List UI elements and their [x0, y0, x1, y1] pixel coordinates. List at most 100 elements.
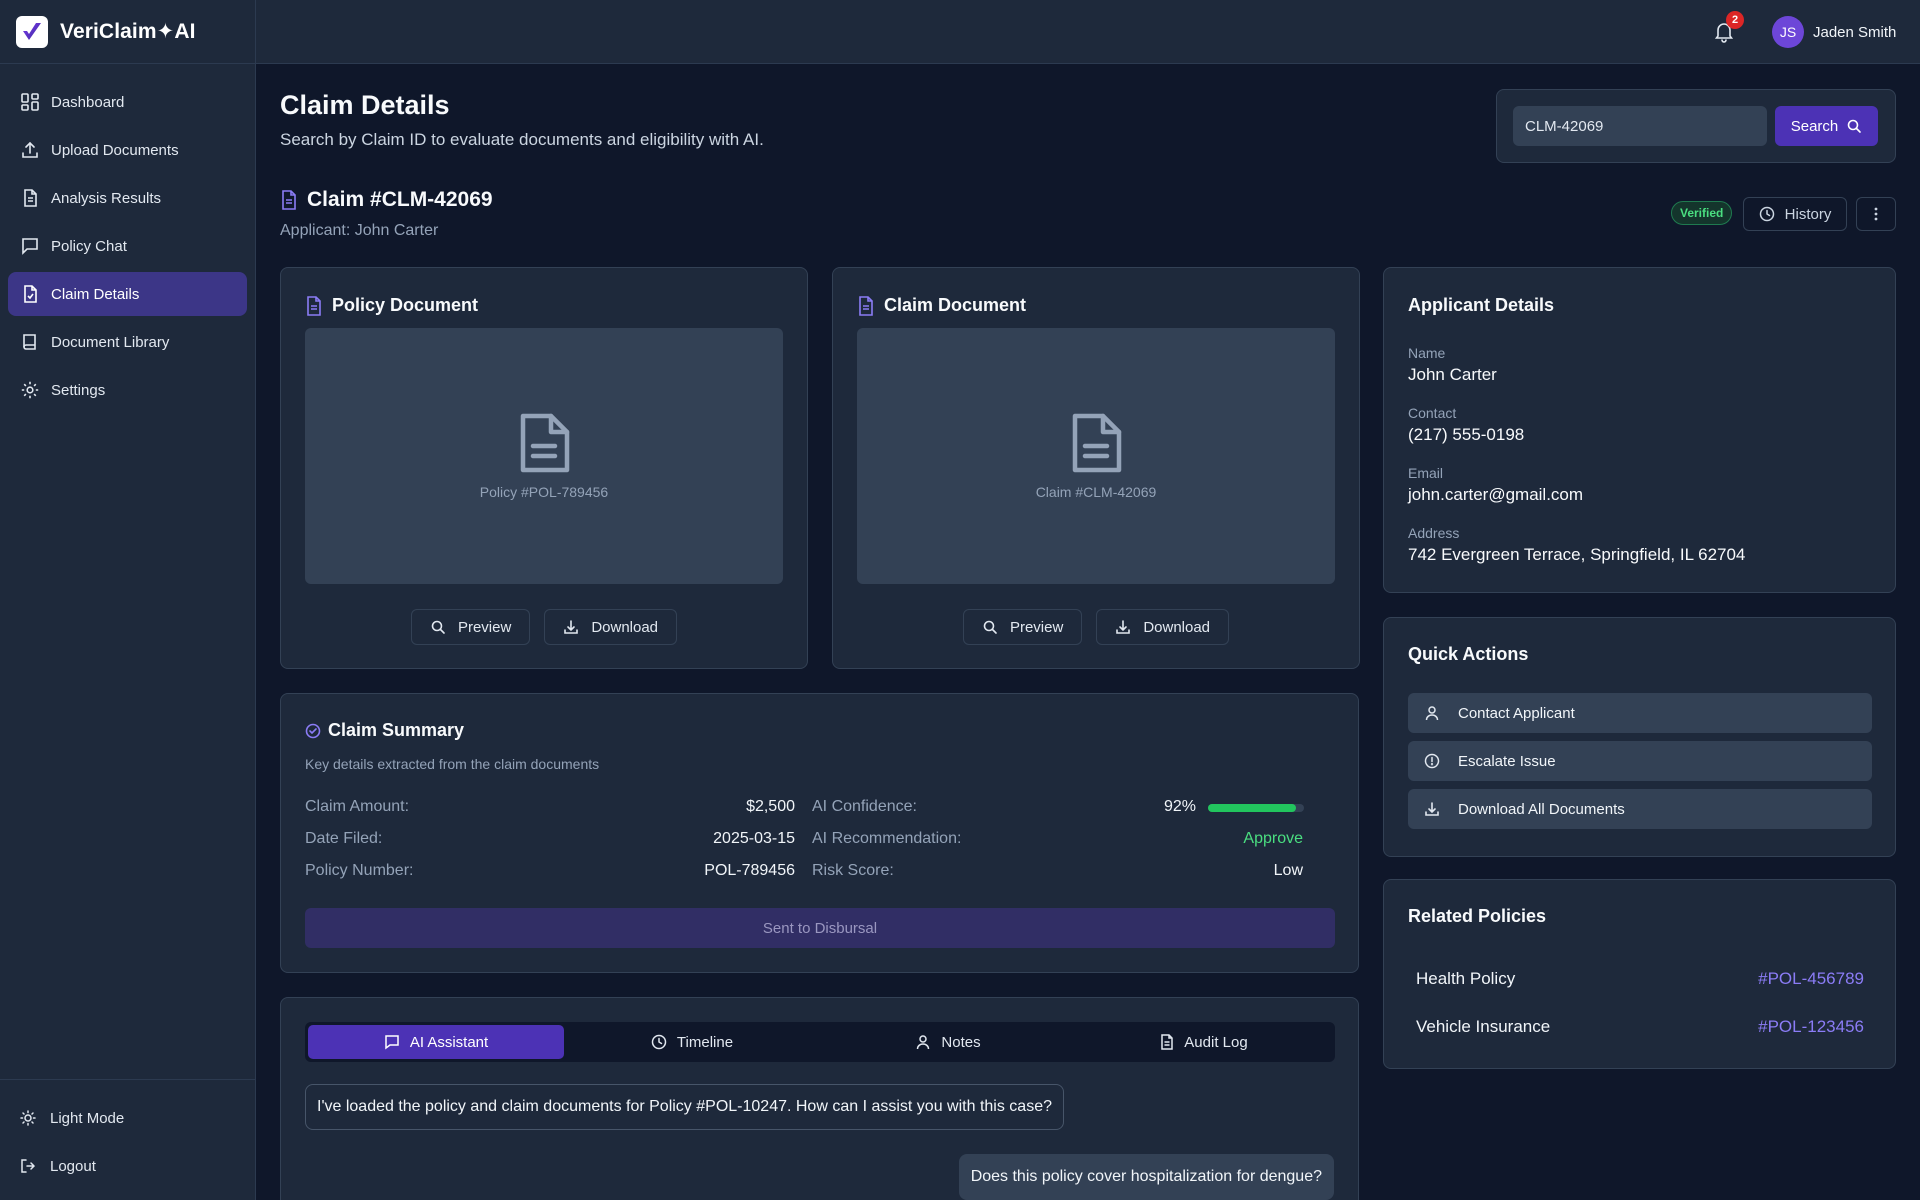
file-text-icon	[517, 412, 571, 474]
sidebar-item-label: Analysis Results	[51, 189, 162, 207]
policy-preview-label: Preview	[457, 618, 512, 636]
app-name: VeriClaim✦AI	[60, 20, 196, 43]
claim-summary-title-text: Claim Summary	[328, 720, 465, 740]
main-content: Claim Details Search by Claim ID to eval…	[256, 64, 1920, 1200]
book-icon	[20, 332, 40, 352]
logout-label: Logout	[50, 1157, 96, 1175]
claim-download-button[interactable]: Download	[1096, 609, 1230, 645]
sidebar-footer: Light Mode Logout	[0, 1079, 255, 1200]
download-icon	[1424, 801, 1458, 817]
ai-recommendation-label: AI Recommendation:	[812, 830, 962, 847]
tab-ai-assistant[interactable]: AI Assistant	[308, 1025, 564, 1059]
history-label: History	[1784, 205, 1832, 223]
search-icon	[430, 619, 458, 635]
status-badge: Verified	[1671, 201, 1733, 225]
quick-actions-title: Quick Actions	[1408, 644, 1529, 664]
brand[interactable]: VeriClaim✦AI	[0, 0, 255, 64]
sidebar-item-dashboard[interactable]: Dashboard	[8, 80, 247, 124]
sidebar-item-label: Document Library	[51, 333, 170, 351]
light-mode-label: Light Mode	[50, 1109, 125, 1127]
logout-button[interactable]: Logout	[8, 1142, 247, 1190]
ai-confidence-bar	[1208, 804, 1304, 812]
page-title: Claim Details	[280, 90, 450, 120]
list-item: Health Policy #POL-456789	[1416, 969, 1864, 989]
ai-confidence-label: AI Confidence:	[812, 798, 917, 815]
download-all-documents-button[interactable]: Download All Documents	[1408, 789, 1872, 829]
related-policy-link[interactable]: #POL-456789	[1758, 969, 1864, 989]
related-policy-link[interactable]: #POL-123456	[1758, 1017, 1864, 1037]
sidebar-item-label: Upload Documents	[51, 141, 179, 159]
policy-number-value: POL-789456	[704, 862, 795, 879]
claim-document-title-text: Claim Document	[884, 295, 1027, 315]
more-options-button[interactable]	[1856, 197, 1896, 231]
contact-applicant-button[interactable]: Contact Applicant	[1408, 693, 1872, 733]
related-policies-title: Related Policies	[1408, 906, 1547, 926]
sidebar-item-label: Policy Chat	[51, 237, 127, 255]
notification-count-badge: 2	[1726, 11, 1744, 29]
claim-amount-label: Claim Amount:	[305, 798, 410, 815]
claim-document-card: Claim Document Claim #CLM-42069 Preview …	[832, 267, 1360, 669]
clock-icon	[651, 1034, 677, 1050]
document-icon	[1160, 1034, 1184, 1050]
sidebar-item-analysis-results[interactable]: Analysis Results	[8, 176, 247, 220]
claim-preview-label: Preview	[1009, 618, 1064, 636]
claim-search-input[interactable]	[1513, 106, 1767, 146]
ai-confidence-bar-fill	[1208, 804, 1297, 812]
claim-document-title: Claim Document	[857, 295, 1026, 316]
sidebar-item-settings[interactable]: Settings	[8, 368, 247, 412]
light-mode-toggle[interactable]: Light Mode	[8, 1094, 247, 1142]
assistant-panel: AI Assistant Timeline Notes Audit Log I'…	[280, 997, 1359, 1200]
policy-preview-button[interactable]: Preview	[410, 609, 531, 645]
applicant-address-label: Address	[1408, 525, 1460, 541]
disbursal-status-button[interactable]: Sent to Disbursal	[305, 908, 1335, 948]
sidebar-item-upload-documents[interactable]: Upload Documents	[8, 128, 247, 172]
sidebar-nav: Dashboard Upload Documents Analysis Resu…	[0, 64, 255, 412]
search-button[interactable]: Search	[1775, 106, 1878, 146]
file-text-icon	[1069, 412, 1123, 474]
document-icon	[305, 295, 323, 316]
claim-preview-button[interactable]: Preview	[962, 609, 1083, 645]
search-button-label: Search	[1790, 117, 1839, 135]
tab-notes[interactable]: Notes	[820, 1025, 1076, 1059]
history-button[interactable]: History	[1743, 197, 1847, 231]
user-menu[interactable]: JS Jaden Smith	[1772, 16, 1896, 48]
risk-score-value: Low	[1273, 862, 1303, 879]
claim-check-icon	[20, 284, 40, 304]
claim-document-caption: Claim #CLM-42069	[1035, 484, 1157, 500]
document-icon	[857, 295, 875, 316]
claim-document-icon	[280, 190, 298, 210]
policy-document-preview[interactable]: Policy #POL-789456	[305, 328, 783, 584]
escalate-issue-label: Escalate Issue	[1458, 752, 1556, 770]
claim-search-panel: Search	[1496, 89, 1896, 163]
claim-document-preview[interactable]: Claim #CLM-42069	[857, 328, 1335, 584]
applicant-details-title: Applicant Details	[1408, 295, 1555, 315]
escalate-issue-button[interactable]: Escalate Issue	[1408, 741, 1872, 781]
policy-number-label: Policy Number:	[305, 862, 414, 879]
sidebar-item-document-library[interactable]: Document Library	[8, 320, 247, 364]
user-name: Jaden Smith	[1813, 23, 1897, 41]
claim-download-label: Download	[1143, 618, 1211, 636]
sidebar-item-label: Dashboard	[51, 93, 125, 111]
applicant-email-label: Email	[1408, 465, 1444, 481]
claim-document-actions: Preview Download	[833, 609, 1359, 645]
user-icon	[915, 1034, 941, 1050]
related-policy-name: Vehicle Insurance	[1416, 1017, 1551, 1036]
tab-timeline[interactable]: Timeline	[564, 1025, 820, 1059]
policy-download-button[interactable]: Download	[544, 609, 678, 645]
download-icon	[563, 619, 591, 635]
claim-applicant: Applicant: John Carter	[280, 222, 439, 239]
download-all-documents-label: Download All Documents	[1458, 800, 1625, 818]
chat-icon	[20, 236, 40, 256]
claim-amount-value: $2,500	[746, 798, 795, 815]
sidebar-item-label: Claim Details	[51, 285, 140, 303]
dashboard-icon	[20, 92, 40, 112]
claim-title: Claim #CLM-42069	[307, 188, 493, 211]
download-icon	[1115, 619, 1143, 635]
chat-icon	[384, 1034, 410, 1050]
assistant-tabs: AI Assistant Timeline Notes Audit Log	[305, 1022, 1335, 1062]
tab-audit-log[interactable]: Audit Log	[1076, 1025, 1332, 1059]
sidebar-item-policy-chat[interactable]: Policy Chat	[8, 224, 247, 268]
related-policies-card: Related Policies Health Policy #POL-4567…	[1383, 879, 1896, 1069]
sidebar-item-claim-details[interactable]: Claim Details	[8, 272, 247, 316]
sun-icon	[18, 1108, 38, 1128]
